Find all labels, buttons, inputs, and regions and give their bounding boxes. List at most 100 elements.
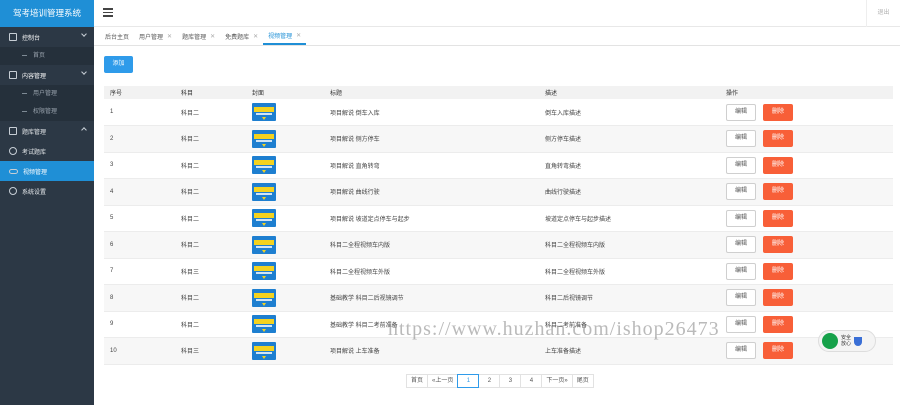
thumbnail-line xyxy=(256,219,272,222)
thumbnail-line xyxy=(256,272,272,275)
cell-index: 3 xyxy=(110,162,114,169)
dash-icon xyxy=(22,110,27,112)
close-icon[interactable]: ✕ xyxy=(167,33,172,40)
sidebar-subitem-label: 用户管理 xyxy=(33,91,58,97)
cover-thumbnail[interactable] xyxy=(252,315,276,334)
cell-description: 科目二全程视频车外版 xyxy=(545,269,606,276)
sidebar-item[interactable]: 系统设置 xyxy=(0,181,94,201)
edit-button[interactable]: 编辑 xyxy=(726,315,756,333)
cover-thumbnail[interactable] xyxy=(252,288,276,307)
cover-thumbnail[interactable] xyxy=(252,129,276,148)
edit-button[interactable]: 编辑 xyxy=(726,156,756,174)
edit-button[interactable]: 编辑 xyxy=(726,236,756,254)
sidebar-subitem[interactable]: 用户管理 xyxy=(0,85,94,103)
thumbnail-arrow-icon xyxy=(262,223,266,227)
cell-subject: 科目二 xyxy=(181,243,200,250)
sidebar-item[interactable]: 考试题库 xyxy=(0,141,94,161)
edit-button[interactable]: 编辑 xyxy=(726,289,756,307)
top-bar: 退出 xyxy=(94,0,900,27)
delete-button[interactable]: 删除 xyxy=(763,262,793,280)
next-page-button[interactable]: 下一页» xyxy=(541,374,573,388)
cell-description: 科目二后视镜调节 xyxy=(545,296,594,303)
cell-index: 2 xyxy=(110,135,114,142)
last-page-button[interactable]: 尾页 xyxy=(571,374,594,388)
cover-thumbnail[interactable] xyxy=(252,182,276,201)
close-icon[interactable]: ✕ xyxy=(253,33,258,40)
page-tabs: 后台主页 用户管理 ✕ 题库管理 ✕ 免费题库 ✕ 视频管理 ✕ xyxy=(94,28,900,46)
cell-actions: 编辑 删除 xyxy=(720,179,893,206)
edit-button[interactable]: 编辑 xyxy=(726,262,756,280)
delete-button[interactable]: 删除 xyxy=(763,236,793,254)
cell-title: 科目二全程视频车内版 xyxy=(330,243,391,250)
cell-description: 科目二全程视频车内版 xyxy=(545,243,606,250)
cell-actions: 编辑 删除 xyxy=(720,99,893,126)
page-tab[interactable]: 用户管理 ✕ xyxy=(134,27,177,45)
cell-actions: 编辑 删除 xyxy=(720,126,893,153)
page-tab[interactable]: 免费题库 ✕ xyxy=(220,27,263,45)
thumbnail-band xyxy=(254,319,274,325)
cover-thumbnail[interactable] xyxy=(252,209,276,228)
first-page-button[interactable]: 首页 xyxy=(406,374,429,388)
cell-title: 项目解说 坡道定点停车与起步 xyxy=(330,216,410,223)
settings-icon xyxy=(9,187,17,195)
cell-subject: 科目二 xyxy=(181,137,200,144)
edit-button[interactable]: 编辑 xyxy=(726,183,756,201)
thumbnail-band xyxy=(254,186,274,192)
cover-thumbnail[interactable] xyxy=(252,156,276,175)
sidebar-subitem[interactable]: 首页 xyxy=(0,47,94,65)
prev-page-button[interactable]: «上一页 xyxy=(427,374,459,388)
delete-button[interactable]: 删除 xyxy=(763,209,793,227)
sidebar-item-label: 内容管理 xyxy=(22,73,47,80)
cover-thumbnail[interactable] xyxy=(252,235,276,254)
delete-button[interactable]: 删除 xyxy=(763,156,793,174)
page-tab[interactable]: 视频管理 ✕ xyxy=(263,27,307,45)
delete-button[interactable]: 删除 xyxy=(763,315,793,333)
thumbnail-arrow-icon xyxy=(262,196,266,200)
close-icon[interactable]: ✕ xyxy=(210,33,215,40)
thumbnail-band xyxy=(254,292,274,298)
thumbnail-line xyxy=(256,298,272,301)
cover-thumbnail[interactable] xyxy=(252,341,276,360)
edit-button[interactable]: 编辑 xyxy=(726,130,756,148)
page-tab[interactable]: 后台主页 xyxy=(100,27,134,45)
page-number-button[interactable]: 4 xyxy=(520,374,543,388)
cover-thumbnail[interactable] xyxy=(252,262,276,281)
delete-button[interactable]: 删除 xyxy=(763,342,793,360)
cell-title: 项目解说 曲线行驶 xyxy=(330,190,380,197)
chevron-right-icon xyxy=(81,127,87,133)
cell-actions: 编辑 删除 xyxy=(720,258,893,285)
sidebar-item[interactable]: 内容管理 xyxy=(0,65,94,85)
delete-button[interactable]: 删除 xyxy=(763,130,793,148)
delete-button[interactable]: 删除 xyxy=(763,183,793,201)
thumbnail-band xyxy=(254,345,274,351)
sidebar-item[interactable]: 视频管理 xyxy=(0,161,94,181)
sidebar-item[interactable]: 题库管理 xyxy=(0,121,94,141)
logout-button[interactable]: 退出 xyxy=(866,0,900,27)
watermark-text: https://www.huzhan.com/ishop26473 xyxy=(388,318,720,340)
menu-toggle-icon[interactable] xyxy=(103,8,113,17)
add-button[interactable]: 添加 xyxy=(104,56,133,73)
page-number-button[interactable]: 2 xyxy=(478,374,501,388)
edit-button[interactable]: 编辑 xyxy=(726,103,756,121)
delete-button[interactable]: 删除 xyxy=(763,103,793,121)
page-tab[interactable]: 题库管理 ✕ xyxy=(177,27,220,45)
cell-subject: 科目二 xyxy=(181,216,200,223)
delete-button[interactable]: 删除 xyxy=(763,289,793,307)
close-icon[interactable]: ✕ xyxy=(296,32,301,39)
thumbnail-arrow-icon xyxy=(262,329,266,333)
badge-text: 安全 放心 xyxy=(841,335,852,347)
sidebar-subitem-label: 首页 xyxy=(33,53,46,59)
cell-description: 倒车入库描述 xyxy=(545,110,582,117)
edit-button[interactable]: 编辑 xyxy=(726,342,756,360)
tab-label: 视频管理 xyxy=(268,33,293,40)
document-icon xyxy=(9,71,17,79)
cell-index: 5 xyxy=(110,215,114,222)
sidebar-subitem[interactable]: 权限管理 xyxy=(0,103,94,121)
edit-button[interactable]: 编辑 xyxy=(726,209,756,227)
cell-description: 直角转弯描述 xyxy=(545,163,582,170)
sidebar-item[interactable]: 控制台 xyxy=(0,27,94,47)
tab-label: 题库管理 xyxy=(182,34,207,41)
page-number-button[interactable]: 3 xyxy=(499,374,522,388)
cover-thumbnail[interactable] xyxy=(252,103,276,121)
page-number-button[interactable]: 1 xyxy=(457,374,480,388)
